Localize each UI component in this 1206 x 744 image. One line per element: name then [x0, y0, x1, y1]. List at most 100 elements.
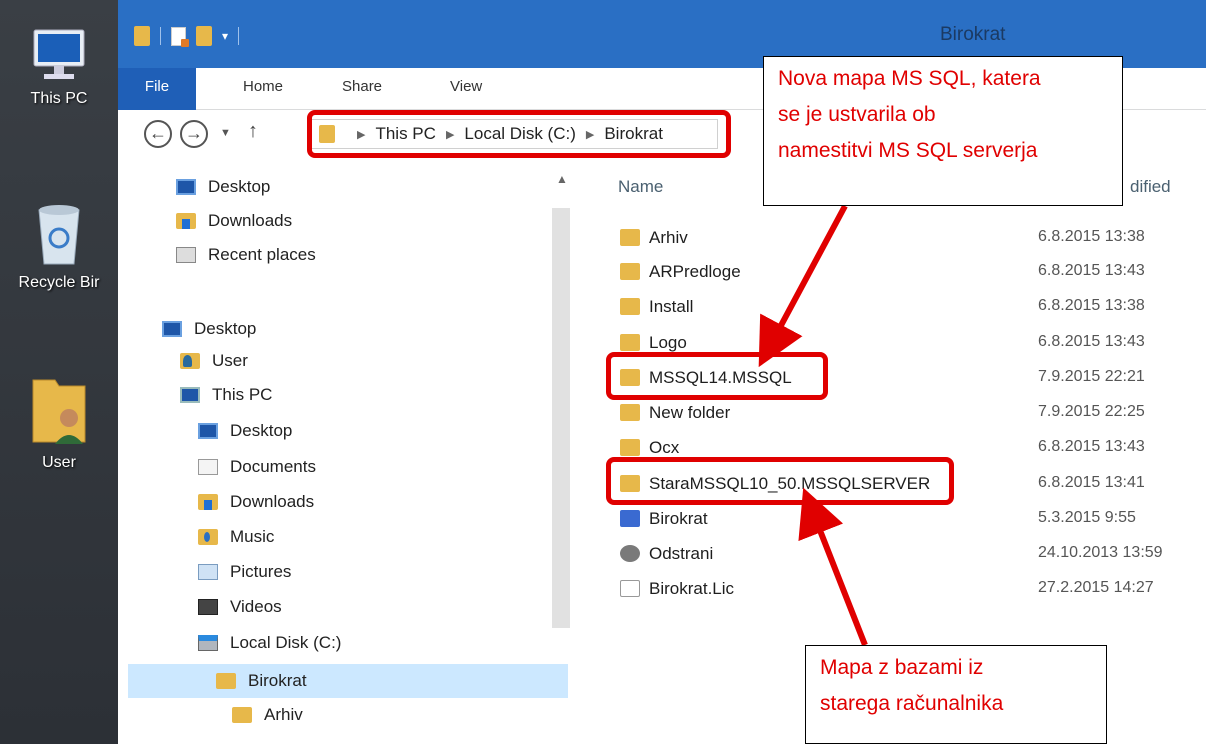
nav-item-label: Videos	[230, 597, 282, 616]
nav-item-label: Documents	[230, 457, 316, 476]
file-name: Arhiv	[649, 228, 688, 247]
nav-item-desktop-root[interactable]: Desktop	[162, 312, 256, 346]
desktop-icon-label: User	[42, 454, 76, 471]
file-row[interactable]: Logo 6.8.2015 13:43	[580, 326, 1206, 360]
nav-item-desktop-pc[interactable]: Desktop	[198, 414, 292, 448]
nav-item-downloads-pc[interactable]: Downloads	[198, 485, 314, 519]
up-icon[interactable]: ↑	[248, 120, 258, 143]
breadcrumb-this-pc[interactable]: This PC	[375, 124, 435, 144]
file-row[interactable]: Odstrani 24.10.2013 13:59	[580, 537, 1206, 571]
downloads-icon	[198, 494, 218, 510]
file-name: Odstrani	[649, 544, 714, 563]
nav-item-arhiv[interactable]: Arhiv	[232, 698, 303, 732]
address-bar[interactable]: ▶ This PC ▶ Local Disk (C:) ▶ Birokrat	[310, 119, 718, 149]
desktop-icon-recycle-bin[interactable]: Recycle Bir	[0, 198, 118, 292]
file-name: MSSQL14.MSSQL	[649, 368, 792, 387]
folder-icon	[620, 263, 640, 280]
file-name: StaraMSSQL10_50.MSSQLSERVER	[649, 474, 931, 493]
nav-item-desktop[interactable]: Desktop	[176, 170, 270, 204]
breadcrumb-local-disk[interactable]: Local Disk (C:)	[464, 124, 575, 144]
folder-icon	[620, 439, 640, 456]
document-icon	[620, 580, 640, 597]
file-name: Logo	[649, 333, 687, 352]
file-date: 7.9.2015 22:25	[1038, 403, 1145, 420]
folder-icon	[620, 475, 640, 492]
nav-item-label: Downloads	[230, 492, 315, 511]
file-name: Ocx	[649, 438, 680, 457]
separator	[238, 27, 240, 45]
nav-item-label: Desktop	[208, 177, 271, 196]
nav-item-videos[interactable]: Videos	[198, 590, 282, 624]
nav-item-recent-places[interactable]: Recent places	[176, 238, 316, 272]
nav-item-downloads[interactable]: Downloads	[176, 204, 292, 238]
desktop-icon-label: Recycle Bir	[18, 274, 100, 291]
file-row[interactable]: StaraMSSQL10_50.MSSQLSERVER 6.8.2015 13:4…	[580, 467, 1206, 501]
chevron-right-icon[interactable]: ▶	[357, 128, 365, 141]
callout-line: starega računalnika	[820, 692, 1004, 715]
callout-line: Nova mapa MS SQL, katera	[778, 67, 1041, 90]
nav-item-label: This PC	[212, 385, 273, 404]
scrollbar[interactable]	[552, 208, 570, 628]
folder-icon	[216, 673, 236, 689]
scroll-up-icon[interactable]: ▲	[556, 172, 568, 186]
forward-icon[interactable]: →	[180, 120, 208, 148]
file-row[interactable]: Arhiv 6.8.2015 13:38	[580, 221, 1206, 255]
tab-home[interactable]: Home	[243, 78, 283, 95]
nav-item-local-disk[interactable]: Local Disk (C:)	[198, 626, 341, 660]
nav-item-label: Desktop	[194, 319, 257, 338]
file-row[interactable]: Birokrat.Lic 27.2.2015 14:27	[580, 572, 1206, 606]
file-row[interactable]: Ocx 6.8.2015 13:43	[580, 431, 1206, 465]
customize-dropdown-icon[interactable]: ▾	[222, 29, 228, 43]
file-date: 27.2.2015 14:27	[1038, 579, 1154, 596]
nav-item-label: Recent places	[208, 245, 316, 264]
nav-item-birokrat[interactable]: Birokrat	[216, 664, 307, 698]
chevron-right-icon[interactable]: ▶	[446, 128, 454, 141]
file-row[interactable]: New folder 7.9.2015 22:25	[580, 396, 1206, 430]
nav-item-pictures[interactable]: Pictures	[198, 555, 291, 589]
chevron-right-icon[interactable]: ▶	[586, 128, 594, 141]
nav-item-label: Downloads	[208, 211, 293, 230]
tab-view[interactable]: View	[450, 78, 482, 95]
nav-item-user[interactable]: User	[180, 344, 248, 378]
file-row[interactable]: Install 6.8.2015 13:38	[580, 290, 1206, 324]
properties-icon[interactable]	[171, 26, 189, 47]
user-folder-icon	[32, 379, 86, 444]
desktop-icon-user[interactable]: User	[0, 372, 118, 472]
callout-old-database-folder: Mapa z bazami iz starega računalnika	[805, 645, 1107, 744]
nav-item-this-pc[interactable]: This PC	[180, 378, 272, 412]
file-row[interactable]: ARPredloge 6.8.2015 13:43	[580, 255, 1206, 289]
tab-share[interactable]: Share	[342, 78, 382, 95]
file-date: 6.8.2015 13:41	[1038, 474, 1145, 491]
column-header-name[interactable]: Name	[618, 177, 663, 197]
nav-item-documents[interactable]: Documents	[198, 450, 316, 484]
nav-item-label: Arhiv	[264, 705, 303, 724]
folder-icon	[319, 125, 335, 143]
file-row[interactable]: MSSQL14.MSSQL 7.9.2015 22:21	[580, 361, 1206, 395]
nav-item-music[interactable]: Music	[198, 520, 274, 554]
file-name: ARPredloge	[649, 262, 741, 281]
user-icon	[180, 353, 200, 369]
window-title: Birokrat	[940, 24, 1006, 45]
separator	[160, 27, 161, 45]
music-icon	[198, 529, 218, 545]
column-header-date-modified[interactable]: dified	[1130, 177, 1171, 197]
desktop-icon	[176, 179, 196, 195]
desktop-icon-this-pc[interactable]: This PC	[0, 26, 118, 108]
callout-line: namestitvi MS SQL serverja	[778, 139, 1038, 162]
callout-line: se je ustvarila ob	[778, 103, 936, 126]
new-folder-icon[interactable]	[196, 26, 212, 46]
breadcrumb-birokrat[interactable]: Birokrat	[604, 124, 663, 144]
quick-access-toolbar: ▾	[134, 26, 240, 47]
pictures-icon	[198, 564, 218, 580]
callout-new-mssql-folder: Nova mapa MS SQL, katera se je ustvarila…	[763, 56, 1123, 206]
recent-locations-dropdown-icon[interactable]: ▼	[220, 127, 231, 139]
file-date: 7.9.2015 22:21	[1038, 368, 1145, 385]
callout-line: Mapa z bazami iz	[820, 656, 984, 679]
local-disk-icon	[198, 635, 218, 651]
tab-file[interactable]: File	[118, 68, 196, 110]
file-row[interactable]: Birokrat 5.3.2015 9:55	[580, 502, 1206, 536]
folder-icon[interactable]	[134, 26, 150, 46]
back-icon[interactable]: ←	[144, 120, 172, 148]
file-date: 6.8.2015 13:38	[1038, 297, 1145, 314]
documents-icon	[198, 459, 218, 475]
